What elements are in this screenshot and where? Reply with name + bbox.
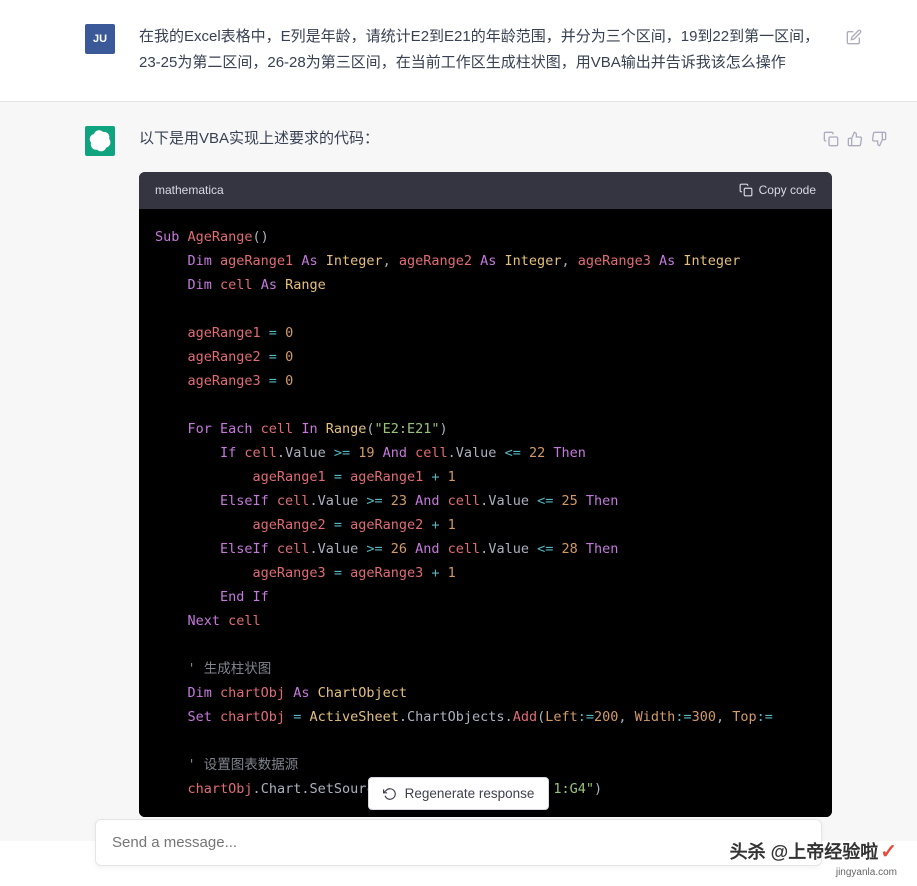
assistant-message-block: 以下是用VBA实现上述要求的代码： mathematica Copy code … [0, 101, 917, 842]
clipboard-icon[interactable] [823, 131, 839, 147]
user-message-content: 在我的Excel表格中，E列是年龄，请统计E2到E21的年龄范围，并分为三个区间… [139, 24, 832, 77]
input-container [95, 819, 822, 866]
code-block: mathematica Copy code Sub AgeRange() Dim… [139, 172, 832, 817]
user-message-actions [846, 29, 862, 45]
regenerate-button[interactable]: Regenerate response [368, 777, 550, 810]
thumbs-up-icon[interactable] [847, 131, 863, 147]
watermark-sub: jingyanla.com [836, 867, 897, 878]
assistant-avatar [85, 126, 115, 156]
regenerate-label: Regenerate response [405, 786, 535, 801]
thumbs-down-icon[interactable] [871, 131, 887, 147]
code-language-label: mathematica [155, 180, 224, 201]
check-icon: ✓ [880, 839, 897, 864]
code-header: mathematica Copy code [139, 172, 832, 209]
user-avatar: JU [85, 24, 115, 54]
assistant-intro-text: 以下是用VBA实现上述要求的代码： [139, 130, 379, 147]
assistant-message-content: 以下是用VBA实现上述要求的代码： mathematica Copy code … [139, 126, 832, 818]
refresh-icon [383, 787, 397, 801]
user-message-block: JU 在我的Excel表格中，E列是年龄，请统计E2到E21的年龄范围，并分为三… [0, 0, 917, 101]
copy-code-label: Copy code [759, 180, 816, 201]
conversation: JU 在我的Excel表格中，E列是年龄，请统计E2到E21的年龄范围，并分为三… [0, 0, 917, 841]
watermark-text: 头杀 @上帝经验啦 [730, 838, 879, 864]
copy-code-button[interactable]: Copy code [739, 180, 816, 201]
edit-icon[interactable] [846, 29, 862, 45]
code-body: Sub AgeRange() Dim ageRange1 As Integer,… [139, 209, 832, 817]
watermark: 头杀 @上帝经验啦 ✓ jingyanla.com [730, 838, 897, 864]
assistant-message-actions [823, 131, 887, 147]
user-message-text: 在我的Excel表格中，E列是年龄，请统计E2到E21的年龄范围，并分为三个区间… [139, 28, 819, 71]
message-input[interactable] [95, 819, 822, 866]
copy-icon [739, 183, 753, 197]
